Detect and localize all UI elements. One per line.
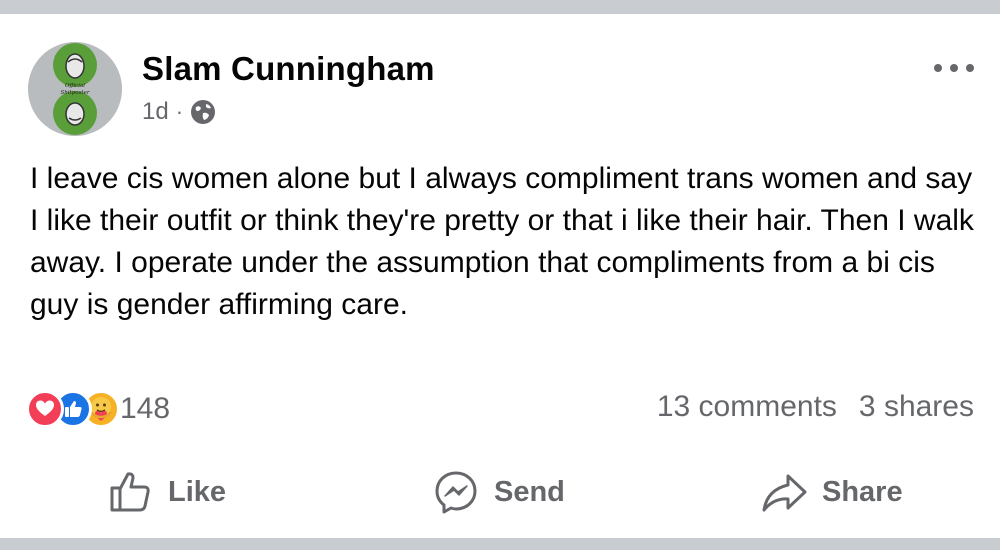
more-options-button[interactable] [934,58,974,78]
thumbs-up-icon [110,472,150,512]
shares-count-link[interactable]: 3 shares [859,390,974,424]
comments-count-link[interactable]: 13 comments [657,390,837,424]
meta-separator: · [175,99,184,124]
feed-divider-top [0,0,1000,14]
messenger-icon [435,471,477,514]
globe-icon[interactable] [190,99,216,125]
reaction-icons [26,390,144,428]
more-dot-icon [950,64,958,72]
post-timestamp[interactable]: 1d [142,98,169,126]
send-button[interactable]: Send [432,462,565,522]
author-name[interactable]: Slam Cunningham [142,50,435,88]
engagement-stats: 13 comments 3 shares [657,390,974,424]
feed-divider-bottom [0,538,1000,550]
more-dot-icon [966,64,974,72]
love-icon [26,390,64,428]
share-button[interactable]: Share [760,462,903,522]
send-label: Send [494,475,565,508]
avatar[interactable]: Official Shitposter [28,42,122,136]
post-body: I leave cis women alone but I always com… [30,162,974,321]
svg-text:Official: Official [65,83,85,89]
share-arrow-icon [762,474,807,512]
like-button[interactable]: Like [106,462,226,522]
like-label: Like [168,475,227,508]
more-dot-icon [934,64,942,72]
post-meta: 1d · [142,98,216,126]
post-action-bar: Like Send Share [0,462,1000,522]
reactions-summary[interactable]: 148 [26,390,170,428]
share-label: Share [822,475,903,508]
svg-text:Shitposter: Shitposter [60,90,89,96]
